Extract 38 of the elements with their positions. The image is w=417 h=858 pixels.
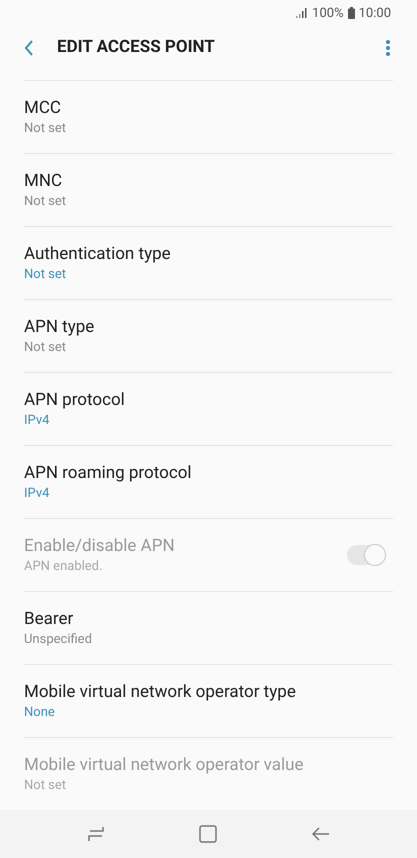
setting-label: Mobile virtual network operator value: [24, 754, 305, 778]
setting-row[interactable]: Authentication type Not set: [24, 226, 393, 300]
setting-label: MCC: [24, 97, 62, 120]
battery-icon: [348, 7, 355, 20]
setting-row[interactable]: MCC Not set: [24, 80, 393, 154]
setting-value: None: [24, 704, 56, 722]
setting-row[interactable]: APN roaming protocol IPv4: [24, 445, 393, 518]
setting-value: APN enabled.: [24, 558, 104, 576]
back-nav-button[interactable]: [312, 827, 330, 842]
setting-row[interactable]: MNC Not set: [24, 153, 393, 226]
setting-value: Unspecified: [24, 631, 93, 650]
setting-label: APN roaming protocol: [24, 462, 193, 486]
setting-row[interactable]: APN protocol IPv4: [24, 372, 393, 446]
setting-label: Mobile virtual network operator type: [24, 681, 297, 704]
setting-label: APN type: [24, 316, 96, 340]
setting-row[interactable]: Bearer Unspecified: [24, 591, 393, 664]
home-button[interactable]: [199, 825, 218, 844]
setting-label: APN protocol: [24, 389, 126, 412]
setting-value: Not set: [24, 777, 68, 796]
setting-value: IPv4: [24, 485, 50, 504]
recent-apps-button[interactable]: [87, 826, 106, 842]
setting-label: Enable/disable APN: [24, 535, 176, 558]
setting-label: MNC: [24, 170, 64, 194]
setting-label: Bearer: [24, 608, 74, 632]
setting-value: Not set: [24, 193, 68, 212]
setting-value: Not set: [24, 339, 68, 358]
setting-value: IPv4: [24, 412, 50, 430]
more-options-button[interactable]: [385, 38, 391, 57]
page-title: EDIT ACCESS POINT: [57, 36, 216, 59]
battery-percent: 100%: [312, 4, 344, 23]
setting-row[interactable]: Mobile virtual network operator type None: [24, 664, 393, 738]
setting-value: Not set: [24, 120, 68, 138]
signal-icon: [296, 8, 308, 18]
setting-label: Authentication type: [24, 243, 172, 266]
back-icon[interactable]: [24, 40, 34, 56]
setting-row[interactable]: APN type Not set: [24, 299, 393, 372]
setting-value: Not set: [24, 266, 68, 284]
clock: 10:00: [358, 4, 391, 23]
